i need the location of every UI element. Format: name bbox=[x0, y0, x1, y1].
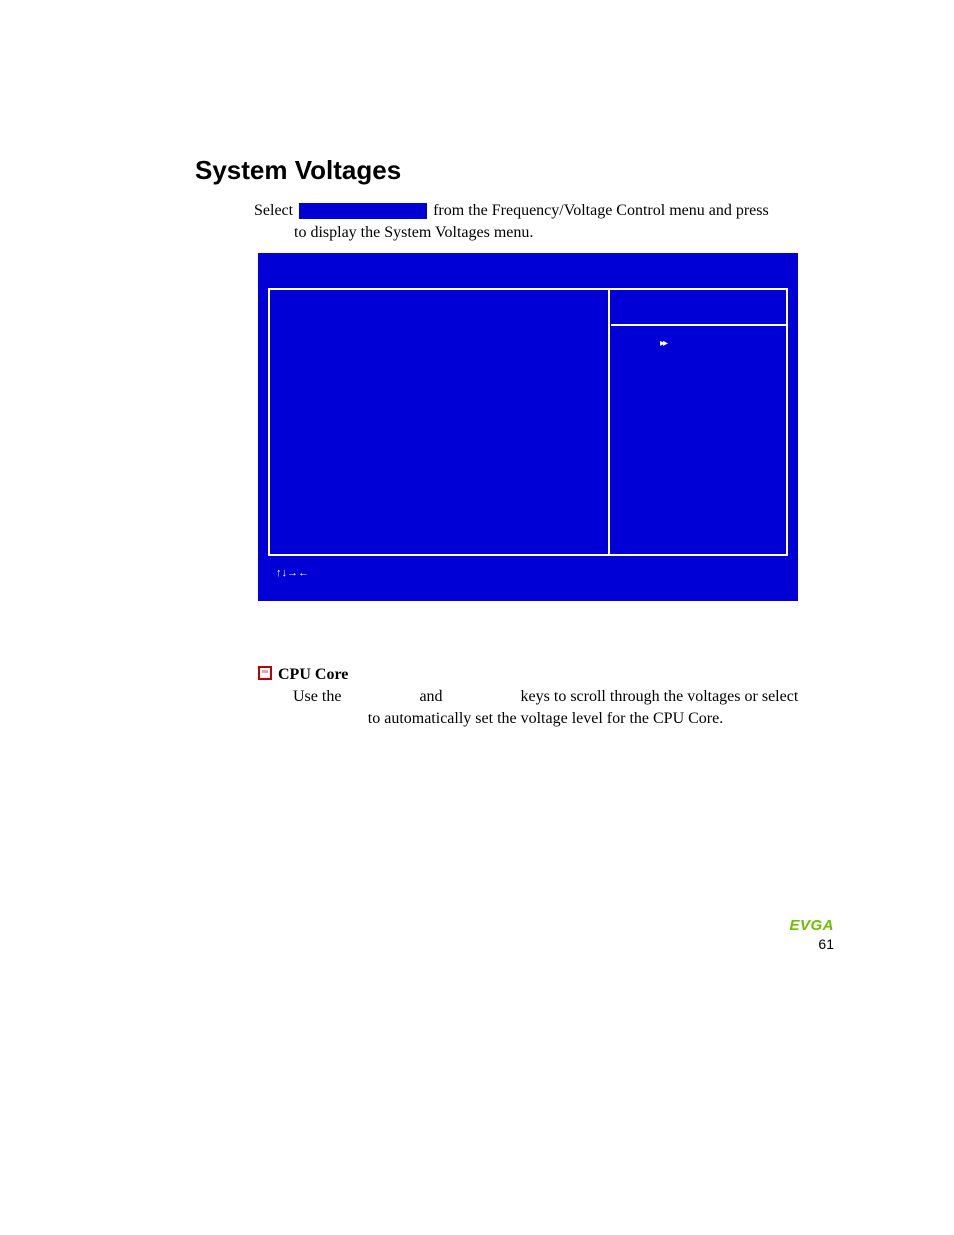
bullet-row: CPU Core bbox=[258, 665, 798, 684]
bios-inner-frame: ▸▸ bbox=[268, 288, 788, 556]
intro-line-1: Select from the Frequency/Voltage Contro… bbox=[254, 200, 794, 222]
bios-vertical-divider bbox=[608, 290, 610, 554]
document-page: System Voltages Select from the Frequenc… bbox=[0, 0, 954, 1235]
intro-paragraph: Select from the Frequency/Voltage Contro… bbox=[254, 200, 794, 243]
nav-arrows-icon: ↑↓→← bbox=[276, 567, 309, 579]
fast-forward-icon: ▸▸ bbox=[660, 338, 666, 349]
intro-after-box: from the Frequency/Voltage Control menu … bbox=[433, 202, 769, 219]
body-after: keys to scroll through the voltages or s… bbox=[521, 688, 799, 705]
page-footer: EVGA 61 bbox=[789, 917, 834, 952]
item-body-line2: to automatically set the voltage level f… bbox=[293, 708, 798, 730]
redacted-menu-name bbox=[299, 203, 427, 219]
item-body: Use the and keys to scroll through the v… bbox=[293, 686, 798, 729]
bios-screenshot: ▸▸ ↑↓→← bbox=[258, 253, 798, 601]
intro-line-2: to display the System Voltages menu. bbox=[254, 222, 794, 244]
intro-select-word: Select bbox=[254, 202, 293, 219]
item-title: CPU Core bbox=[278, 666, 348, 684]
item-body-line1: Use the and keys to scroll through the v… bbox=[293, 686, 798, 708]
cpu-core-section: CPU Core Use the and keys to scroll thro… bbox=[258, 665, 798, 729]
footer-page-number: 61 bbox=[789, 936, 834, 952]
body-mid: and bbox=[419, 688, 446, 705]
bios-right-header-line bbox=[611, 324, 786, 326]
body-prefix: Use the bbox=[293, 688, 345, 705]
book-bullet-icon bbox=[258, 666, 272, 680]
section-heading: System Voltages bbox=[195, 155, 401, 186]
footer-brand: EVGA bbox=[789, 917, 834, 934]
